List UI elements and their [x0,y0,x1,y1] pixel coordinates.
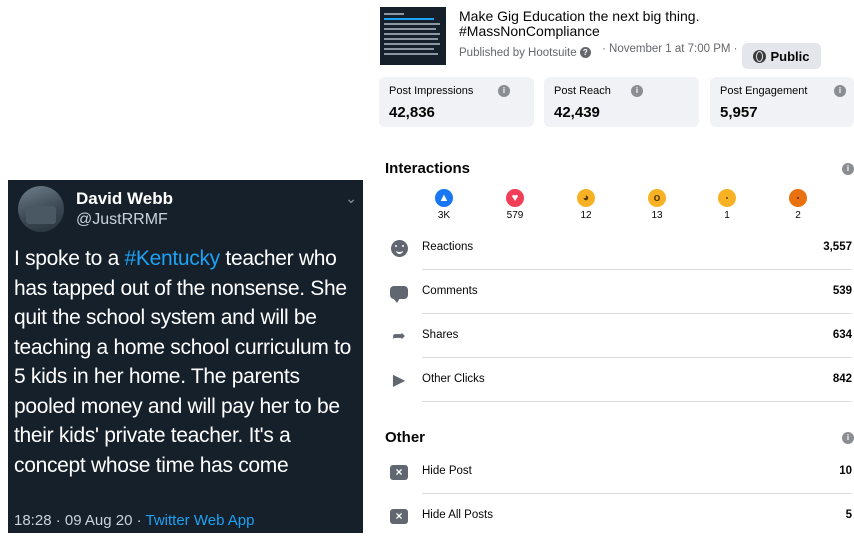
info-icon[interactable]: i [842,163,854,175]
reaction-love: ♥ 579 [495,189,535,221]
info-icon[interactable]: i [842,432,854,444]
post-title: Make Gig Education the next big thing. #… [459,8,700,39]
hide-all-icon: × [389,507,409,525]
reaction-haha: ◕ 12 [566,189,606,221]
cursor-icon: ▶ [392,372,406,389]
tweet-meta: 18:28 · 09 Aug 20 · Twitter Web App [14,512,255,529]
info-icon[interactable]: i [498,85,510,97]
info-icon[interactable]: i [631,85,643,97]
metric-impressions: Post Impressions i 42,836 [379,77,534,127]
reaction-angry: ‧ 2 [778,189,818,221]
interaction-row-shares[interactable]: ➦ Shares 634 [385,314,854,358]
tweet-app-link[interactable]: Twitter Web App [146,512,255,529]
share-icon: ➦ [392,328,406,345]
other-row-hide-all-posts[interactable]: × Hide All Posts 5 [385,494,854,538]
reaction-wow: o 13 [637,189,677,221]
metric-engagement: Post Engagement i 5,957 [710,77,854,127]
tweet-author-name[interactable]: David Webb [76,189,173,209]
interaction-row-other-clicks[interactable]: ▶ Other Clicks 842 [385,358,854,402]
globe-icon [753,49,767,63]
post-thumbnail[interactable] [380,7,446,65]
metric-reach: Post Reach i 42,439 [544,77,699,127]
like-icon: ▲ [435,189,453,207]
chevron-down-icon[interactable]: ⌄ [345,190,357,207]
help-icon[interactable]: ? [579,47,591,59]
hashtag-link[interactable]: #Kentucky [125,247,221,270]
comment-icon [389,283,409,303]
tweet-author-handle[interactable]: @JustRRMF [76,211,168,229]
reaction-like: ▲ 3K [424,189,464,221]
interaction-row-comments[interactable]: Comments 539 [385,270,854,314]
privacy-button[interactable]: Public [742,43,821,69]
reaction-sad: ‧ 1 [707,189,747,221]
other-title: Other [385,429,426,446]
tweet-card: David Webb @JustRRMF ⌄ I spoke to a #Ken… [8,180,363,533]
angry-icon: ‧ [789,189,807,207]
smiley-icon [389,239,409,257]
published-by: Published by Hootsuite ? [459,47,591,59]
other-row-hide-post[interactable]: × Hide Post 10 [385,450,854,494]
info-icon[interactable]: i [834,85,846,97]
haha-icon: ◕ [577,189,595,207]
avatar[interactable] [18,186,64,232]
interaction-row-reactions[interactable]: Reactions 3,557 [385,226,854,270]
sad-icon: ‧ [718,189,736,207]
interactions-title: Interactions [385,160,471,177]
tweet-text: I spoke to a #Kentucky teacher who has t… [14,247,352,477]
post-date[interactable]: · November 1 at 7:00 PM · [602,43,738,55]
wow-icon: o [648,189,666,207]
love-icon: ♥ [506,189,524,207]
hide-post-icon: × [389,463,409,481]
